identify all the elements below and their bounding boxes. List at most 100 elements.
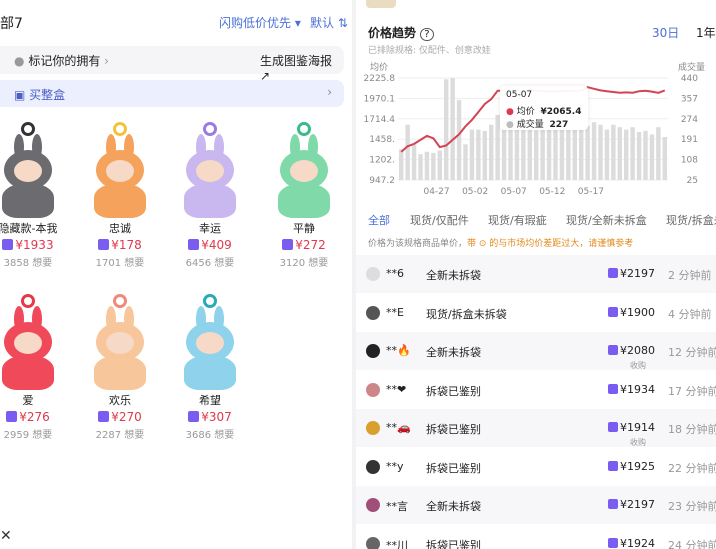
sale-price: ¥2080: [608, 344, 655, 357]
volume-bar: [611, 124, 616, 180]
transaction-row[interactable]: **川 拆袋已鉴别 ¥1924 24 分钟前: [356, 525, 716, 549]
tab-flawed[interactable]: 现货/有瑕疵: [488, 212, 547, 228]
figure-price: ¥1933: [0, 238, 70, 252]
transaction-row[interactable]: **🚗 拆袋已鉴别 ¥1914 收购 18 分钟前: [356, 409, 716, 447]
sale-time: 22 分钟前: [668, 461, 716, 475]
transaction-row[interactable]: **y 拆袋已鉴别 ¥1925 22 分钟前: [356, 448, 716, 486]
sale-time: 17 分钟前: [668, 384, 716, 398]
flash-tag-icon: [188, 239, 200, 250]
figure-price: ¥270: [78, 410, 162, 424]
box-icon: ▣: [14, 88, 26, 102]
y-right-tick: 191: [681, 135, 698, 145]
transaction-row[interactable]: **❤ 拆袋已鉴别 ¥1934 17 分钟前: [356, 371, 716, 409]
figure-card[interactable]: 隐藏款-本我 ¥1933 3858 想要: [0, 122, 70, 269]
figure-card[interactable]: 平静 ¥272 3120 想要: [262, 122, 346, 269]
avatar: [366, 421, 380, 435]
avatar: [366, 344, 380, 358]
x-tick: 05-02: [462, 187, 488, 197]
buy-box-row[interactable]: ▣ 买整盒 ›: [0, 80, 344, 107]
item-condition: 全新未拆袋: [426, 346, 481, 359]
figure-card[interactable]: 爱 ¥276 2959 想要: [0, 294, 70, 441]
timeframe-30d-tab[interactable]: 30日: [652, 24, 679, 41]
figure-body: [184, 356, 236, 390]
flash-tag-icon: [608, 306, 618, 317]
flash-tag-icon: [608, 537, 618, 548]
avatar: [366, 459, 380, 474]
mark-owned-row[interactable]: ● 标记你的拥有 › 生成图鉴海报 ↗: [0, 46, 344, 83]
sale-time: 24 分钟前: [668, 538, 716, 549]
generate-poster-button[interactable]: 生成图鉴海报 ↗: [260, 52, 344, 83]
item-condition: 拆袋已鉴别: [426, 538, 481, 549]
sale-time: 23 分钟前: [668, 500, 716, 513]
timeframe-1y-tab[interactable]: 1年: [696, 24, 716, 41]
volume-bar: [431, 152, 436, 180]
figure-price: ¥178: [78, 238, 162, 252]
flash-tag-icon: [608, 499, 618, 509]
avatar: [366, 536, 380, 549]
item-condition: 现货/拆盒未拆袋: [426, 307, 507, 321]
tab-accessories[interactable]: 现货/仅配件: [410, 212, 469, 228]
tab-new-unopened[interactable]: 现货/全新未拆盒: [566, 212, 647, 228]
tooltip-date: 05-07: [506, 90, 533, 100]
sale-price: ¥2197: [608, 498, 655, 511]
figure-face: [14, 160, 42, 182]
y-right-tick: 357: [681, 94, 698, 104]
y-right-tick: 25: [687, 176, 698, 186]
volume-bar: [553, 122, 558, 180]
volume-bar: [482, 130, 487, 180]
figure-name: 爱: [22, 394, 34, 407]
buyer-name: **🚗: [386, 421, 411, 434]
figure-want-count: 1701 想要: [95, 258, 145, 269]
volume-bar: [572, 128, 577, 180]
volume-bar: [585, 125, 590, 180]
close-icon[interactable]: ✕: [0, 528, 12, 544]
item-condition: 拆袋已鉴别: [426, 423, 481, 436]
volume-bar: [566, 129, 571, 180]
volume-bar: [411, 143, 417, 180]
volume-bar: [636, 132, 642, 180]
volume-bar: [604, 129, 610, 180]
flash-tag-icon: [282, 239, 294, 250]
chart-tooltip: 05-07 ● 均价 ¥2065.4 ● 成交量 227: [500, 86, 588, 130]
tab-all[interactable]: 全部: [368, 212, 390, 228]
x-tick: 05-12: [539, 187, 565, 197]
buyer-name: **y: [386, 459, 404, 473]
y-left-tick: 947.2: [369, 176, 395, 186]
price-panel: 价格趋势 ? 已排除规格: 仅配件、创意改娃 30日 1年 均价 成交量 222…: [356, 0, 716, 549]
volume-bar: [624, 129, 629, 180]
figure-name: 隐藏款-本我: [0, 222, 58, 235]
avatar: [366, 382, 380, 397]
figure-body: [2, 356, 54, 390]
buyer-name: **6: [386, 267, 404, 280]
transaction-row[interactable]: **言 全新未拆袋 ¥2197 23 分钟前: [356, 486, 716, 524]
figure-want-count: 2287 想要: [95, 430, 145, 441]
volume-bar: [534, 130, 539, 180]
transaction-row[interactable]: **6 全新未拆袋 ¥2197 2 分钟前: [356, 255, 716, 293]
figure-card[interactable]: 幸运 ¥409 6456 想要: [168, 122, 252, 269]
figure-card[interactable]: 希望 ¥307 3686 想要: [168, 294, 252, 441]
y-left-tick: 1458.: [369, 135, 395, 145]
buyer-name: **E: [386, 305, 404, 319]
transaction-row[interactable]: **🔥 全新未拆袋 ¥2080 收购 12 分钟前: [356, 332, 716, 370]
figure-card[interactable]: 欢乐 ¥270 2287 想要: [78, 294, 162, 441]
purchase-badge: 收购: [630, 438, 646, 447]
figure-card[interactable]: 忠诚 ¥178 1701 想要: [78, 122, 162, 269]
flash-tag-icon: [188, 411, 200, 422]
transaction-row[interactable]: **E 现货/拆盒未拆袋 ¥1900 4 分钟前: [356, 294, 716, 332]
figure-body: [94, 184, 146, 218]
default-sort-button[interactable]: 默认 ⇅: [310, 14, 348, 31]
figure-image: [174, 122, 246, 218]
buyer-name: **言: [386, 500, 408, 513]
help-icon[interactable]: ?: [420, 28, 434, 41]
sort-dropdown[interactable]: 闪购低价优先 ▾: [219, 14, 301, 31]
figure-image: [174, 294, 246, 390]
tab-opened-box[interactable]: 现货/拆盒未: [666, 212, 716, 228]
figure-price: ¥409: [168, 238, 252, 252]
sale-price: ¥1914: [608, 421, 655, 434]
volume-bar: [598, 124, 603, 180]
buyer-name: **🔥: [386, 344, 411, 357]
volume-bar: [444, 79, 449, 180]
figure-face: [196, 332, 224, 354]
figure-face: [106, 332, 134, 354]
item-condition: 拆袋已鉴别: [426, 384, 481, 398]
